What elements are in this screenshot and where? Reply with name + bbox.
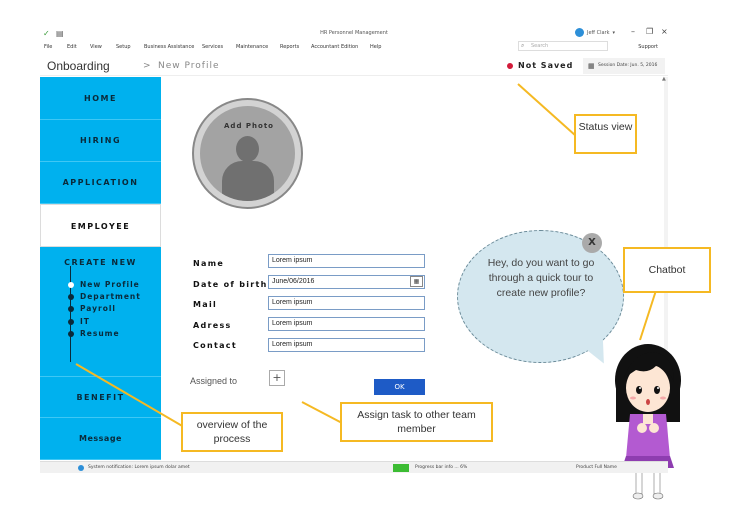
- sidebar-item-employee[interactable]: EMPLOYEE: [40, 204, 161, 247]
- sidebar-item-label: HIRING: [79, 136, 122, 145]
- step-resume[interactable]: Resume: [68, 328, 141, 340]
- user-name: Jeff Clark: [587, 29, 610, 36]
- product-name: Product Full Name: [576, 465, 617, 470]
- step-label: Department: [80, 292, 141, 302]
- dob-label: Date of birth: [193, 280, 268, 289]
- step-label: Payroll: [80, 304, 117, 314]
- close-window-icon[interactable]: ×: [661, 27, 668, 36]
- menu-file[interactable]: File: [44, 44, 52, 50]
- title-bar: ✓ ▤ HR Personnel Management Jeff Clark ▾…: [40, 27, 668, 40]
- sidebar-item-application[interactable]: APPLICATION: [40, 162, 161, 204]
- menu-setup[interactable]: Setup: [116, 44, 131, 50]
- sidebar-item-home[interactable]: HOME: [40, 77, 161, 120]
- sidebar-item-label: APPLICATION: [62, 178, 139, 187]
- calendar-picker-icon[interactable]: ▦: [410, 276, 423, 287]
- sidebar-item-label: CREATE NEW: [64, 258, 137, 267]
- sidebar-item-label: BENEFIT: [76, 393, 125, 402]
- breadcrumb-separator: >: [143, 61, 151, 71]
- menu-services[interactable]: Services: [202, 44, 223, 50]
- add-assignee-button[interactable]: +: [269, 370, 285, 386]
- menu-reports[interactable]: Reports: [280, 44, 299, 50]
- name-label: Name: [193, 259, 225, 268]
- scroll-up-icon[interactable]: ▲: [662, 76, 666, 82]
- status-badge: Not Saved: [518, 61, 574, 70]
- menu-view[interactable]: View: [90, 44, 102, 50]
- sidebar-item-label: EMPLOYEE: [70, 222, 131, 231]
- chatbot-character-icon[interactable]: [612, 340, 684, 500]
- step-dot-icon: [68, 306, 74, 313]
- step-label: New Profile: [80, 280, 140, 289]
- session-date-text: Session Date: Jun. 5, 2016: [598, 63, 658, 68]
- breadcrumb-new-profile: New Profile: [158, 61, 220, 71]
- menu-maintenance[interactable]: Maintenance: [236, 44, 268, 50]
- contact-label: Contact: [193, 341, 237, 350]
- address-label: Adress: [193, 321, 232, 330]
- avatar-head: [236, 136, 259, 162]
- status-dot-icon: [507, 63, 513, 69]
- step-payroll[interactable]: Payroll: [68, 303, 141, 315]
- callout-status-view: Status view: [574, 114, 637, 154]
- step-dot-icon: [68, 294, 74, 301]
- avatar-body: [222, 161, 274, 201]
- sidebar-item-label: HOME: [84, 94, 117, 103]
- sidebar-item-create-new[interactable]: CREATE NEW New Profile Department Payrol…: [40, 247, 161, 377]
- sidebar: HOME HIRING APPLICATION EMPLOYEE CREATE …: [40, 77, 161, 460]
- mail-label: Mail: [193, 300, 218, 309]
- sidebar-item-label: Message: [79, 434, 122, 443]
- add-photo-button[interactable]: [194, 100, 301, 207]
- dob-field[interactable]: June/06/2016: [268, 275, 425, 289]
- session-date: ▦ Session Date: Jun. 5, 2016: [583, 58, 665, 74]
- user-avatar-icon: [575, 28, 584, 37]
- callout-chatbot: Chatbot: [623, 247, 711, 293]
- step-it[interactable]: IT: [68, 316, 141, 328]
- step-label: Resume: [80, 328, 120, 338]
- calendar-icon: ▦: [588, 62, 595, 70]
- callout-overview: overview of the process: [181, 412, 283, 452]
- minimize-icon[interactable]: –: [631, 27, 635, 36]
- system-notification: System notification: Lorem ipsum dolar a…: [88, 465, 190, 470]
- chatbot-message: Hey, do you want to go through a quick t…: [487, 257, 595, 299]
- user-caret-icon: ▾: [612, 29, 615, 36]
- step-dot-icon: [68, 318, 74, 325]
- search-input[interactable]: ⌕ Search: [518, 41, 608, 51]
- app-title: HR Personnel Management: [320, 30, 388, 36]
- progress-bar: [393, 464, 409, 472]
- step-dot-icon: [68, 282, 74, 288]
- search-icon: ⌕: [521, 42, 525, 49]
- progress-info: Progress bar info ... 6%: [415, 465, 468, 470]
- menu-business-assistance[interactable]: Business Assistance: [144, 44, 194, 50]
- contact-field[interactable]: Lorem ipsum: [268, 338, 425, 352]
- add-photo-label: Add Photo: [224, 122, 274, 130]
- menu-help[interactable]: Help: [370, 44, 381, 50]
- address-field[interactable]: Lorem ipsum: [268, 317, 425, 331]
- breadcrumb-onboarding[interactable]: Onboarding: [47, 59, 110, 73]
- chatbot-close-button[interactable]: X: [582, 233, 602, 253]
- ok-button[interactable]: OK: [374, 379, 425, 395]
- user-menu[interactable]: Jeff Clark ▾: [575, 28, 615, 37]
- info-icon: [78, 465, 84, 471]
- step-dot-icon: [68, 330, 74, 337]
- step-label: IT: [80, 316, 90, 326]
- menu-edit[interactable]: Edit: [67, 44, 77, 50]
- sidebar-item-hiring[interactable]: HIRING: [40, 120, 161, 162]
- maximize-icon[interactable]: ❐: [646, 27, 653, 36]
- process-steps: New Profile Department Payroll IT Resume: [68, 279, 141, 340]
- breadcrumb: Onboarding > New Profile Not Saved ▦ Ses…: [40, 56, 668, 76]
- sidebar-item-benefit[interactable]: BENEFIT: [40, 377, 161, 418]
- mail-field[interactable]: Lorem ipsum: [268, 296, 425, 310]
- menu-accountant-edition[interactable]: Accountant Edition: [311, 44, 358, 50]
- step-department[interactable]: Department: [68, 291, 141, 303]
- search-placeholder: Search: [531, 43, 549, 49]
- status-bar: System notification: Lorem ipsum dolar a…: [40, 461, 668, 473]
- name-field[interactable]: Lorem ipsum: [268, 254, 425, 268]
- callout-assign-task: Assign task to other team member: [340, 402, 493, 442]
- support-link[interactable]: Support: [638, 44, 658, 50]
- sidebar-item-message[interactable]: Message: [40, 418, 161, 460]
- assigned-to-label: Assigned to: [190, 376, 238, 386]
- step-new-profile[interactable]: New Profile: [68, 279, 141, 291]
- menu-bar: File Edit View Setup Business Assistance…: [40, 40, 668, 54]
